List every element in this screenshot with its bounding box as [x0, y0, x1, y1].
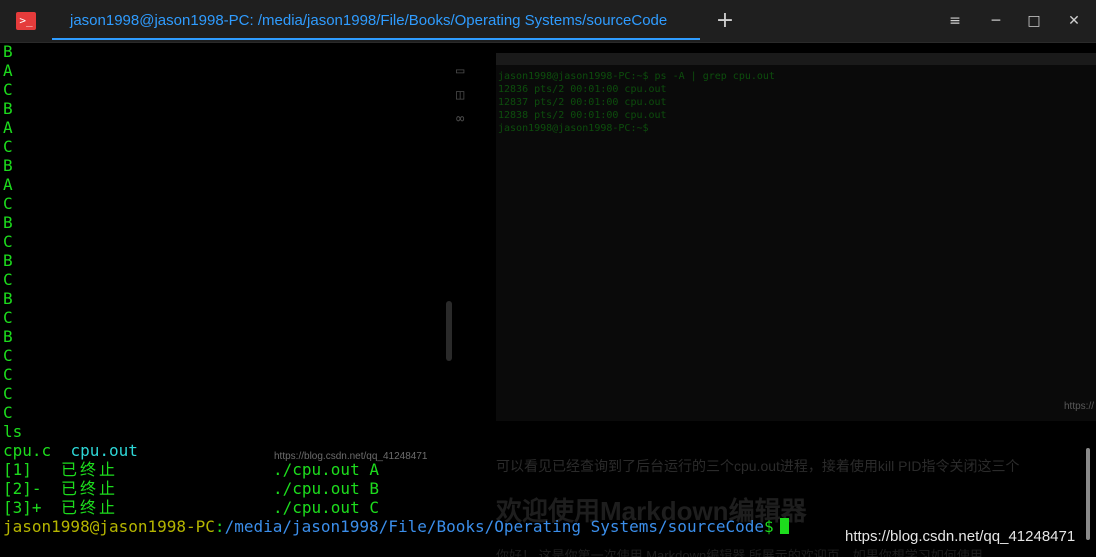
terminal-output-line: B [3, 99, 13, 118]
tab-terminal[interactable]: jason1998@jason1998-PC: /media/jason1998… [52, 0, 700, 42]
scrollbar[interactable] [1086, 448, 1090, 540]
menu-button[interactable]: ≡ [943, 9, 967, 33]
file-name: cpu.out [70, 441, 138, 460]
job-command: ./cpu.out C [273, 498, 379, 517]
minimize-button[interactable]: ─ [984, 9, 1008, 33]
terminal-output-line: B [3, 156, 13, 175]
terminal-output-line: B [3, 289, 13, 308]
tab-title: jason1998@jason1998-PC: /media/jason1998… [70, 12, 668, 29]
prompt-path: /media/jason1998/File/Books/Operating Sy… [224, 517, 764, 536]
job-state: 已终止 [61, 479, 119, 498]
terminal-output-line: C [3, 270, 13, 289]
terminal-icon: >_ [16, 12, 36, 30]
job-state: 已终止 [61, 460, 119, 479]
terminal-output-line: C [3, 194, 13, 213]
terminal-output-line: C [3, 346, 13, 365]
close-button[interactable]: ✕ [1062, 9, 1086, 33]
job-command: ./cpu.out B [273, 479, 379, 498]
terminal-output-line: C [3, 403, 13, 422]
job-id: [3]+ [3, 498, 42, 517]
terminal-output-line: C [3, 80, 13, 99]
terminal-output-line: B [3, 213, 13, 232]
job-command: ./cpu.out A [273, 460, 379, 479]
terminal-output-line: A [3, 118, 13, 137]
terminal-output-line: A [3, 61, 13, 80]
job-id: [1] [3, 460, 32, 479]
prompt-symbol: $ [764, 517, 774, 536]
prompt-separator: : [214, 517, 225, 536]
job-status-line: [3]+ 已终止 ./cpu.out C [3, 498, 379, 517]
prompt-line[interactable]: jason1998@jason1998-PC:/media/jason1998/… [3, 517, 789, 536]
maximize-button[interactable]: □ [1022, 9, 1046, 33]
job-id: [2]- [3, 479, 42, 498]
prompt-user: jason1998@jason1998-PC [3, 517, 215, 536]
watermark: https://blog.csdn.net/qq_41248471 [845, 528, 1076, 545]
terminal-output-line: B [3, 251, 13, 270]
terminal-output-line: C [3, 384, 13, 403]
terminal-output-line: B [3, 42, 13, 61]
terminal-output[interactable]: B A C B A C B A C B C B C B C B C C C Cls cpu.c cpu.out [1] 已终… [3, 42, 1083, 557]
terminal-output-line: C [3, 137, 13, 156]
job-state: 已终止 [61, 498, 119, 517]
ls-output-line: cpu.c cpu.out [3, 441, 138, 460]
title-bar: >_ jason1998@jason1998-PC: /media/jason1… [0, 0, 1096, 43]
terminal-output-line: C [3, 365, 13, 384]
job-status-line: [2]- 已终止 ./cpu.out B [3, 479, 379, 498]
job-status-line: [1] 已终止 ./cpu.out A [3, 460, 379, 479]
terminal-output-line: A [3, 175, 13, 194]
active-tab-indicator [52, 38, 700, 40]
terminal-output-line: B [3, 327, 13, 346]
text-cursor [779, 518, 789, 534]
file-name: cpu.c [3, 441, 52, 460]
add-tab-button[interactable]: + [713, 9, 737, 33]
terminal-output-line: C [3, 232, 13, 251]
terminal-output-line: C [3, 308, 13, 327]
terminal-command-line: ls [3, 422, 23, 441]
